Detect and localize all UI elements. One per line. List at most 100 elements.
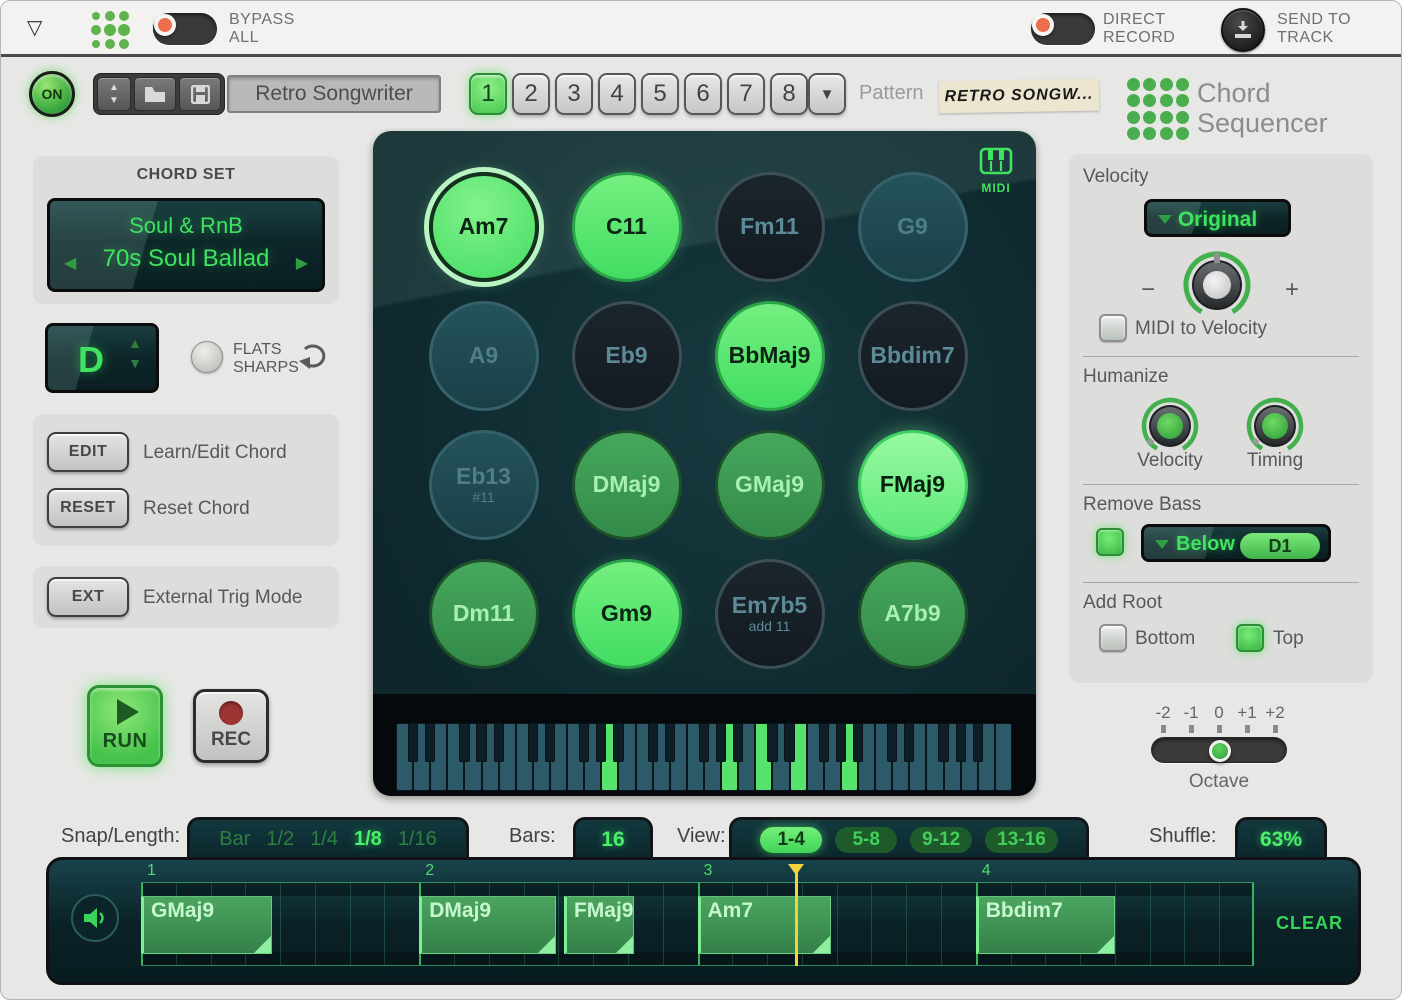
chord-pad-G9[interactable]: G9 bbox=[858, 172, 968, 282]
view-range-1-4[interactable]: 1-4 bbox=[760, 827, 822, 853]
bars-tab[interactable]: 16 bbox=[573, 817, 653, 859]
flats-sharps-button[interactable] bbox=[191, 341, 223, 373]
resize-handle-icon[interactable] bbox=[254, 936, 271, 953]
chord-pad-C11[interactable]: C11 bbox=[572, 172, 682, 282]
piano-key-black-14[interactable] bbox=[648, 723, 658, 762]
bypass-all-toggle[interactable] bbox=[153, 13, 217, 45]
piano-key-black-24[interactable] bbox=[819, 723, 829, 762]
chord-block-Am7[interactable]: Am7 bbox=[698, 896, 832, 954]
view-range-9-12[interactable]: 9-12 bbox=[910, 827, 972, 853]
send-to-track-button[interactable] bbox=[1221, 8, 1265, 52]
piano-key-black-33[interactable] bbox=[973, 723, 983, 762]
chord-pad-Am7[interactable]: Am7 bbox=[429, 172, 539, 282]
rec-button[interactable]: REC bbox=[193, 689, 269, 763]
resize-handle-icon[interactable] bbox=[616, 936, 633, 953]
audition-button[interactable] bbox=[71, 894, 119, 942]
clear-button[interactable]: CLEAR bbox=[1270, 912, 1344, 935]
add-root-top-checkbox[interactable] bbox=[1236, 624, 1264, 652]
pattern-button-3[interactable]: 3 bbox=[555, 73, 593, 115]
key-selector-display[interactable]: D ▲ ▼ bbox=[45, 323, 159, 393]
remove-bass-dropdown[interactable]: Below D1 bbox=[1141, 524, 1331, 562]
piano-key-black-26[interactable] bbox=[853, 723, 863, 762]
edit-button[interactable]: EDIT bbox=[47, 432, 129, 472]
timeline-lane[interactable]: GMaj9 DMaj9FMaj9 Am7 Bbdim7 bbox=[141, 882, 1254, 966]
snap-option-1-8[interactable]: 1/8 bbox=[354, 828, 382, 851]
key-down-icon[interactable]: ▼ bbox=[128, 356, 142, 370]
chord-block-GMaj9[interactable]: GMaj9 bbox=[141, 896, 272, 954]
chord-pad-DMaj9[interactable]: DMaj9 bbox=[572, 430, 682, 540]
window-menu-icon[interactable]: ▽ bbox=[27, 15, 42, 40]
velocity-knob[interactable] bbox=[1179, 247, 1255, 328]
chord-pad-Fm11[interactable]: Fm11 bbox=[715, 172, 825, 282]
piano-key-black-7[interactable] bbox=[528, 723, 538, 762]
piano-key-black-17[interactable] bbox=[699, 723, 709, 762]
piano-key-white-35[interactable] bbox=[995, 723, 1012, 791]
chord-pad-A9[interactable]: A9 bbox=[429, 301, 539, 411]
pattern-button-1[interactable]: 1 bbox=[469, 73, 507, 115]
piano-key-black-22[interactable] bbox=[784, 723, 794, 762]
chord-pad-Gm9[interactable]: Gm9 bbox=[572, 559, 682, 669]
chord-pad-Eb13[interactable]: Eb13#11 bbox=[429, 430, 539, 540]
preset-save-button[interactable] bbox=[179, 77, 221, 111]
shuffle-tab[interactable]: 63% bbox=[1235, 817, 1327, 859]
piano-key-black-21[interactable] bbox=[767, 723, 777, 762]
chord-pad-GMaj9[interactable]: GMaj9 bbox=[715, 430, 825, 540]
resize-handle-icon[interactable] bbox=[813, 936, 830, 953]
snap-option-1-16[interactable]: 1/16 bbox=[398, 828, 437, 851]
view-range-13-16[interactable]: 13-16 bbox=[985, 827, 1058, 853]
preset-spinner[interactable]: ▲ ▼ bbox=[97, 77, 131, 111]
piano-key-black-29[interactable] bbox=[904, 723, 914, 762]
piano-key-black-4[interactable] bbox=[476, 723, 486, 762]
piano-key-black-32[interactable] bbox=[956, 723, 966, 762]
velocity-mode-dropdown[interactable]: Original bbox=[1144, 199, 1291, 237]
remove-bass-checkbox[interactable] bbox=[1096, 528, 1124, 556]
key-up-icon[interactable]: ▲ bbox=[128, 336, 142, 350]
chord-set-display[interactable]: Soul & RnB 70s Soul Ballad ◀ ▶ bbox=[47, 198, 325, 292]
preset-open-button[interactable] bbox=[134, 77, 176, 111]
preset-up-icon[interactable]: ▲ bbox=[109, 82, 119, 94]
piano-key-black-10[interactable] bbox=[579, 723, 589, 762]
snap-option-Bar[interactable]: Bar bbox=[219, 828, 250, 851]
pattern-button-6[interactable]: 6 bbox=[684, 73, 722, 115]
pattern-button-8[interactable]: 8 bbox=[770, 73, 808, 115]
octave-slider[interactable] bbox=[1151, 737, 1287, 763]
chord-pad-Bbdim7[interactable]: Bbdim7 bbox=[858, 301, 968, 411]
piano-key-black-12[interactable] bbox=[613, 723, 623, 762]
chord-pad-Dm11[interactable]: Dm11 bbox=[429, 559, 539, 669]
pattern-dropdown-button[interactable]: ▼ bbox=[808, 73, 846, 115]
chord-pad-Eb9[interactable]: Eb9 bbox=[572, 301, 682, 411]
chord-pad-FMaj9[interactable]: FMaj9 bbox=[858, 430, 968, 540]
chord-block-DMaj9[interactable]: DMaj9 bbox=[419, 896, 555, 954]
piano-key-black-25[interactable] bbox=[836, 723, 846, 762]
piano-key-black-28[interactable] bbox=[887, 723, 897, 762]
piano-key-black-5[interactable] bbox=[494, 723, 504, 762]
piano-key-black-1[interactable] bbox=[425, 723, 435, 762]
chord-pad-A7b9[interactable]: A7b9 bbox=[858, 559, 968, 669]
playhead[interactable] bbox=[795, 868, 798, 966]
remove-bass-note[interactable]: D1 bbox=[1240, 533, 1320, 559]
chord-block-FMaj9[interactable]: FMaj9 bbox=[564, 896, 634, 954]
piano-key-black-19[interactable] bbox=[733, 723, 743, 762]
add-root-bottom-checkbox[interactable] bbox=[1099, 624, 1127, 652]
pattern-button-7[interactable]: 7 bbox=[727, 73, 765, 115]
chord-pad-BbMaj9[interactable]: BbMaj9 bbox=[715, 301, 825, 411]
midi-to-velocity-checkbox[interactable] bbox=[1099, 314, 1127, 342]
preset-down-icon[interactable]: ▼ bbox=[109, 95, 119, 107]
piano-key-black-0[interactable] bbox=[408, 723, 418, 762]
resize-handle-icon[interactable] bbox=[538, 936, 555, 953]
octave-slider-thumb[interactable] bbox=[1209, 740, 1231, 762]
chord-set-next-icon[interactable]: ▶ bbox=[296, 253, 308, 273]
chord-set-prev-icon[interactable]: ◀ bbox=[64, 253, 76, 273]
piano-key-black-31[interactable] bbox=[938, 723, 948, 762]
chord-block-Bbdim7[interactable]: Bbdim7 bbox=[976, 896, 1115, 954]
chord-pad-Em7b5[interactable]: Em7b5add 11 bbox=[715, 559, 825, 669]
view-range-5-8[interactable]: 5-8 bbox=[835, 827, 897, 853]
pattern-button-5[interactable]: 5 bbox=[641, 73, 679, 115]
piano-key-black-11[interactable] bbox=[596, 723, 606, 762]
piano-key-black-15[interactable] bbox=[665, 723, 675, 762]
direct-record-toggle[interactable] bbox=[1031, 13, 1095, 45]
reset-button[interactable]: RESET bbox=[47, 488, 129, 528]
piano-key-black-8[interactable] bbox=[545, 723, 555, 762]
piano-key-black-18[interactable] bbox=[716, 723, 726, 762]
player-on-button[interactable]: ON bbox=[29, 71, 75, 117]
